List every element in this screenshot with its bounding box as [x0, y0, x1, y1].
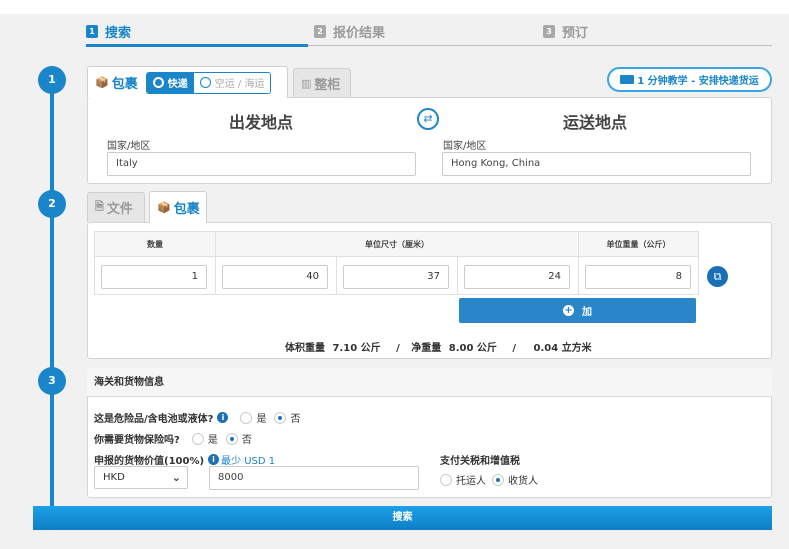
insurance-yes-radio[interactable] [191, 432, 204, 445]
currency-select[interactable]: HKD ⌄ [94, 466, 188, 489]
plus-icon: + [563, 305, 574, 316]
weight-input[interactable]: 8 [585, 265, 691, 289]
tab-container-label: 整柜 [314, 78, 341, 93]
tab-parcel-details[interactable]: 📦 包裹 [149, 191, 207, 223]
declared-min-label: 最少 USD 1 [221, 456, 276, 467]
swap-locations-icon[interactable]: ⇄ [417, 108, 439, 130]
dangerous-goods-label: 这是危险品/含电池或液体? [94, 414, 214, 425]
declared-value-row: 申报的货物价值(100%) i 最少 USD 1 [94, 452, 275, 467]
insurance-no-radio[interactable] [225, 432, 238, 445]
duties-payer-options: 托运人 收货人 [432, 472, 538, 487]
weight-header: 单位重量（公斤） [606, 240, 671, 249]
step-label: 搜索 [105, 26, 132, 41]
origin-title: 出发地点 [229, 113, 294, 132]
active-step-underline [86, 44, 308, 47]
weight-summary: 体积重量 7.10 公斤 / 净重量 8.00 公斤 / 0.04 立方米 [285, 339, 596, 354]
yes-label: 是 [256, 414, 267, 425]
step-search[interactable]: 1 搜索 [86, 22, 131, 41]
timeline-step-2: 2 [38, 190, 66, 218]
quantity-input[interactable]: 1 [101, 265, 207, 289]
search-button[interactable]: 搜索 [33, 506, 772, 530]
destination-country-input[interactable]: Hong Kong, China [442, 152, 751, 176]
copy-row-icon[interactable]: ⧉ [707, 266, 728, 287]
currency-value: HKD [103, 472, 125, 483]
tab-documents[interactable]: 🗎 文件 [87, 192, 145, 222]
tab-container[interactable]: ▥ 整柜 [293, 68, 351, 98]
shipper-label: 托运人 [456, 476, 486, 487]
duties-label: 支付关税和增值税 [440, 456, 520, 467]
volume-value: 0.04 立方米 [533, 343, 592, 354]
mode-express-label: 快递 [167, 79, 188, 90]
tutorial-button[interactable]: 1 分钟教学 - 安排快递货运 [607, 67, 772, 92]
step-booking[interactable]: 3 预订 [543, 22, 588, 41]
radio-air-sea [199, 77, 211, 88]
mode-air-sea-label: 空运 / 海运 [214, 79, 265, 90]
volumetric-weight-label: 体积重量 [285, 343, 325, 354]
info-icon[interactable]: i [217, 412, 229, 423]
mode-express[interactable]: 快递 [146, 72, 194, 93]
radio-express [152, 77, 164, 88]
chevron-down-icon: ⌄ [171, 471, 181, 484]
step-number: 2 [314, 25, 326, 38]
customs-title: 海关和货物信息 [87, 368, 772, 397]
dangerous-no-radio[interactable] [274, 411, 287, 424]
tutorial-label: 1 分钟教学 - 安排快递货运 [637, 76, 759, 87]
separator: / [396, 343, 400, 354]
insurance-question: 你需要货物保险吗? 是 否 [94, 431, 252, 446]
no-label: 否 [290, 414, 301, 425]
top-strip [0, 0, 789, 14]
net-weight-value: 8.00 公斤 [448, 343, 497, 354]
step-label: 预订 [562, 26, 589, 41]
tab-parcel-label: 包裹 [111, 77, 138, 92]
timeline-step-3: 3 [38, 367, 66, 395]
dangerous-goods-question: 这是危险品/含电池或液体? i 是 否 [94, 410, 300, 425]
shipping-mode-toggle: 快递 空运 / 海运 [145, 71, 272, 94]
timeline-line [50, 80, 54, 506]
timeline-step-1: 1 [38, 66, 66, 94]
declared-value-input[interactable]: 8000 [209, 466, 419, 490]
consignee-label: 收货人 [508, 476, 538, 487]
add-label: 加 [582, 307, 592, 318]
tab-parcel[interactable]: 📦 包裹 快递 空运 / 海运 [87, 66, 288, 98]
info-icon[interactable]: i [208, 454, 220, 465]
dims-header: 单位尺寸（厘米） [365, 240, 429, 249]
mode-air-sea[interactable]: 空运 / 海运 [193, 72, 271, 93]
dangerous-yes-radio[interactable] [240, 411, 253, 424]
add-package-button[interactable]: + 加 [459, 298, 696, 323]
separator: / [512, 343, 517, 354]
consignee-radio[interactable] [492, 473, 504, 486]
length-input[interactable]: 40 [222, 265, 328, 289]
step-quote-results[interactable]: 2 报价结果 [314, 22, 385, 41]
box-icon: 📦 [157, 201, 171, 214]
step-number: 1 [86, 25, 98, 38]
shipper-radio[interactable] [440, 473, 452, 486]
destination-title: 运送地点 [563, 113, 628, 132]
container-icon: ▥ [301, 77, 312, 90]
width-input[interactable]: 37 [343, 265, 449, 289]
dimension-table: 数量 单位尺寸（厘米） 单位重量（公斤） 1 40 37 24 8 [94, 231, 699, 295]
net-weight-label: 净重量 [411, 343, 442, 354]
origin-country-input[interactable]: Italy [107, 152, 416, 176]
origin-country-label: 国家/地区 [107, 141, 151, 152]
qty-header: 数量 [147, 240, 163, 249]
volumetric-weight-value: 7.10 公斤 [332, 343, 381, 354]
step-label: 报价结果 [333, 26, 386, 41]
declared-value-label: 申报的货物价值(100%) [94, 456, 205, 467]
yes-label: 是 [207, 435, 218, 446]
box-icon: 📦 [95, 76, 109, 89]
video-icon [620, 75, 635, 84]
step-number: 3 [543, 25, 555, 38]
tab-documents-label: 文件 [106, 202, 133, 217]
step-progress: 1 搜索 2 报价结果 3 预订 [86, 18, 772, 47]
document-icon: 🗎 [95, 200, 104, 213]
destination-country-label: 国家/地区 [443, 141, 487, 152]
height-input[interactable]: 24 [464, 265, 570, 289]
tab-parcel-details-label: 包裹 [173, 202, 200, 217]
no-label: 否 [241, 435, 252, 446]
insurance-label: 你需要货物保险吗? [94, 435, 180, 446]
